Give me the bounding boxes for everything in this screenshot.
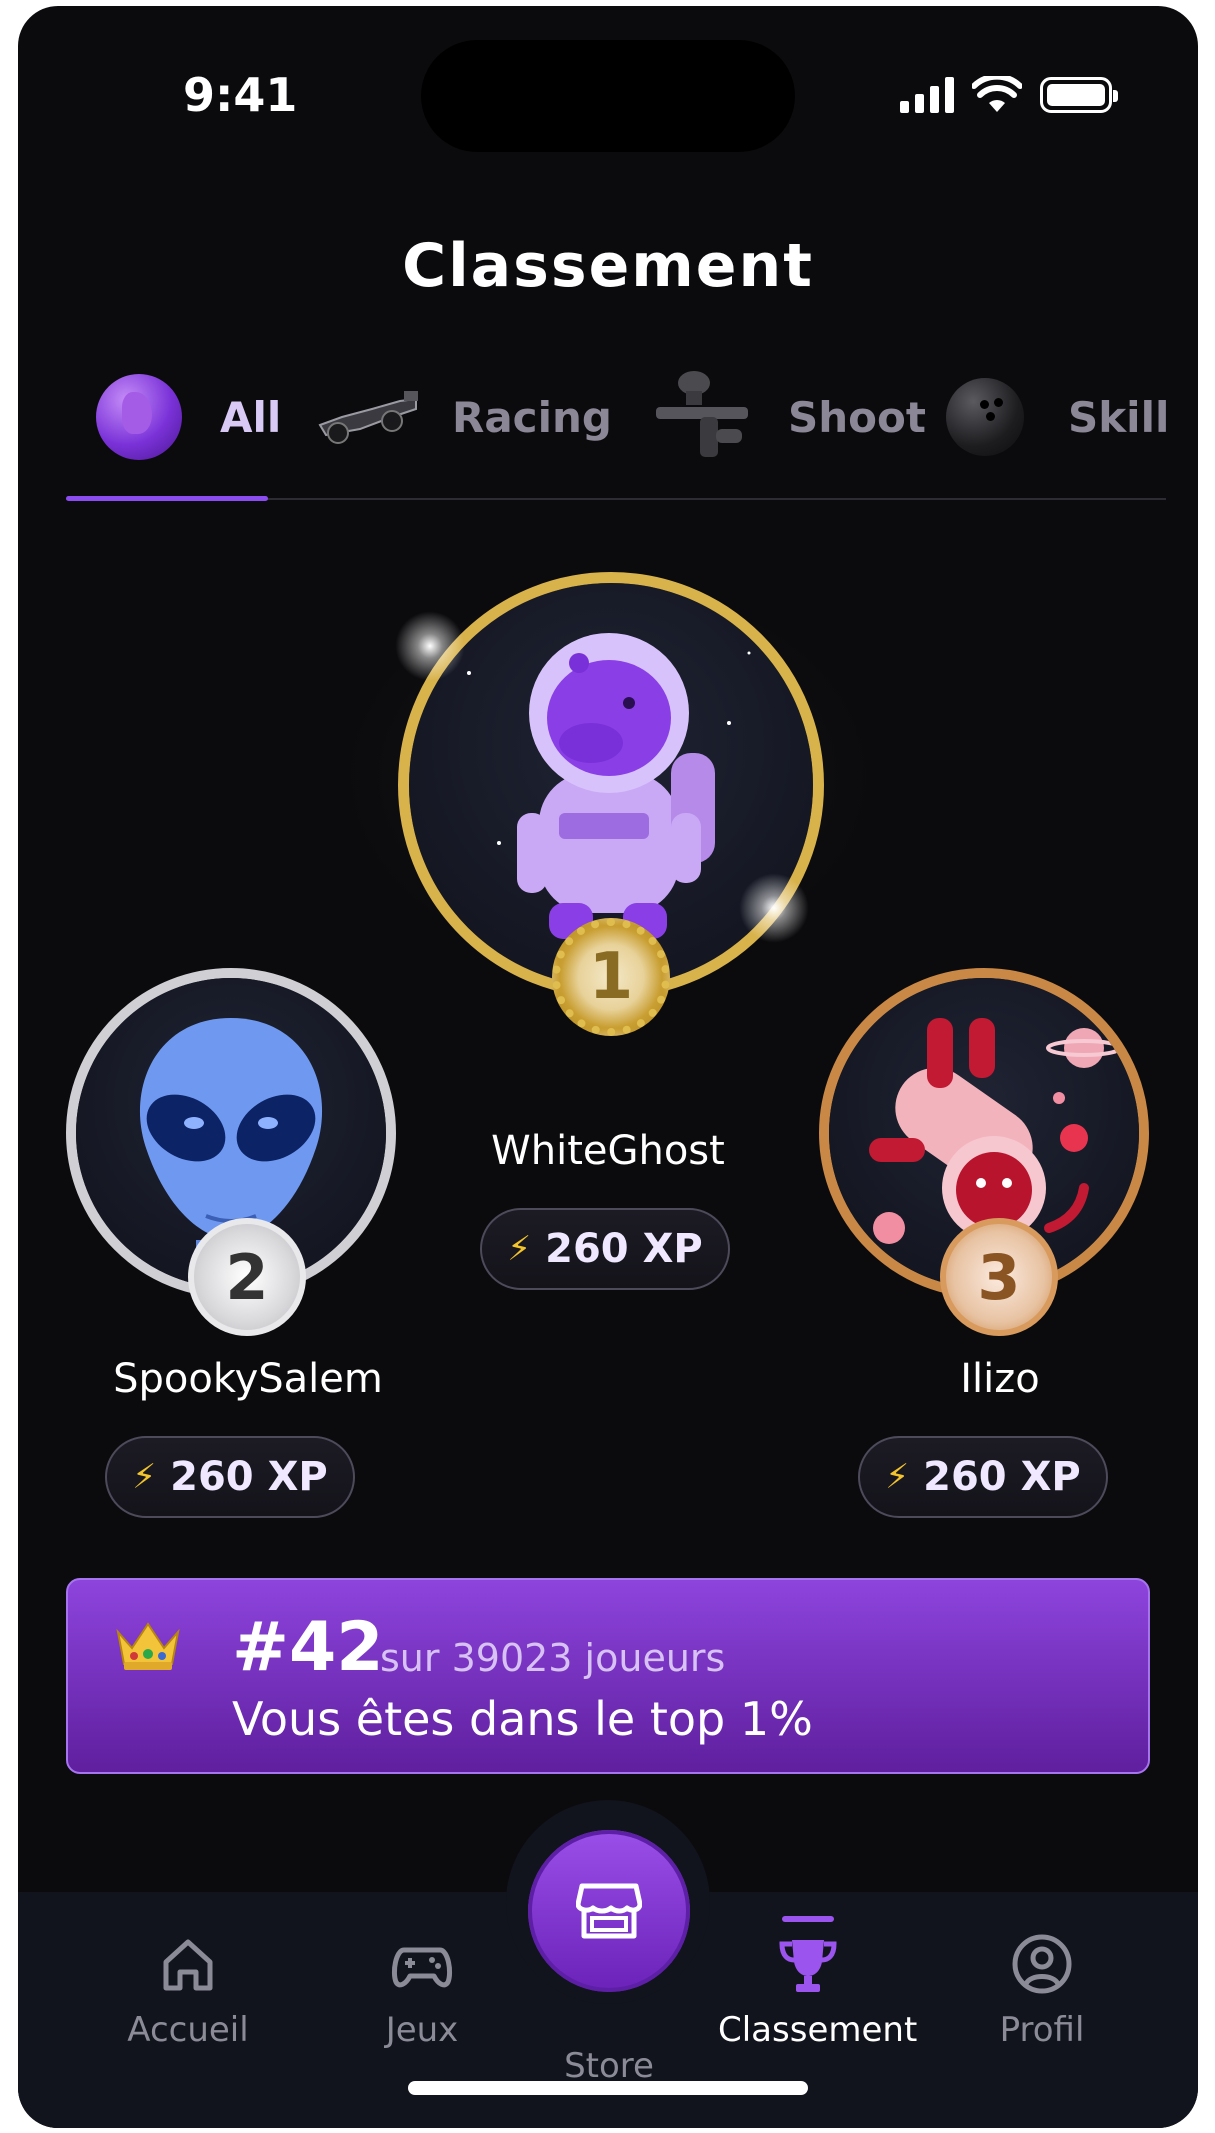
nav-label: Profil bbox=[999, 2010, 1085, 2050]
battery-icon bbox=[1040, 77, 1118, 113]
first-place-name: WhiteGhost bbox=[491, 1128, 725, 1174]
wifi-icon bbox=[972, 76, 1022, 112]
phone-screen: 9:41 Classement All Racing Shoot Skill 1… bbox=[18, 6, 1198, 2128]
xp-value: 260 XP bbox=[923, 1454, 1081, 1500]
nav-classement[interactable]: Classement bbox=[718, 1932, 918, 2050]
status-icons bbox=[900, 76, 1118, 114]
tab-label: Racing bbox=[452, 392, 612, 442]
sparkle bbox=[395, 611, 465, 681]
cellular-signal-icon bbox=[900, 77, 954, 113]
tab-label: All bbox=[220, 392, 282, 442]
page-title: Classement bbox=[402, 231, 814, 301]
sparkle bbox=[739, 873, 809, 943]
nav-label: Store bbox=[564, 2046, 654, 2086]
third-place-xp: ⚡ 260 XP bbox=[858, 1436, 1108, 1518]
nav-label: Accueil bbox=[127, 2010, 249, 2050]
nav-accueil[interactable]: Accueil bbox=[98, 1932, 278, 2050]
tab-skill[interactable]: Skill bbox=[946, 362, 1169, 472]
paintball-gun-icon bbox=[656, 371, 748, 457]
second-place-name: SpookySalem bbox=[113, 1356, 383, 1402]
nav-store-button[interactable] bbox=[528, 1830, 690, 1992]
rank-1-medal: 1 bbox=[552, 918, 670, 1036]
active-tab-indicator bbox=[66, 496, 268, 501]
second-place-xp: ⚡ 260 XP bbox=[105, 1436, 355, 1518]
lightning-icon: ⚡ bbox=[885, 1457, 910, 1497]
top-percent-message: Vous êtes dans le top 1% bbox=[232, 1692, 813, 1746]
nav-label: Jeux bbox=[385, 2010, 459, 2050]
trophy-icon bbox=[779, 1940, 837, 1992]
tab-label: Shoot bbox=[788, 392, 926, 442]
nav-label: Classement bbox=[718, 2010, 918, 2050]
lightning-icon: ⚡ bbox=[507, 1229, 532, 1269]
user-rank-number: #42 bbox=[232, 1608, 384, 1687]
globe-icon bbox=[96, 374, 182, 460]
nav-jeux[interactable]: Jeux bbox=[332, 1932, 512, 2050]
active-nav-indicator bbox=[782, 1916, 834, 1922]
dynamic-island bbox=[421, 40, 795, 152]
race-car-icon bbox=[318, 391, 418, 444]
xp-value: 260 XP bbox=[170, 1454, 328, 1500]
store-icon bbox=[576, 1883, 642, 1939]
rank-2-medal: 2 bbox=[188, 1218, 306, 1336]
tab-label: Skill bbox=[1068, 392, 1170, 442]
first-place-xp: ⚡ 260 XP bbox=[480, 1208, 730, 1290]
status-time: 9:41 bbox=[183, 68, 298, 122]
home-indicator[interactable] bbox=[408, 2081, 808, 2095]
third-place-name: Ilizo bbox=[960, 1356, 1040, 1402]
total-players: sur 39023 joueurs bbox=[380, 1636, 726, 1680]
nav-profil[interactable]: Profil bbox=[952, 1932, 1132, 2050]
user-rank-banner[interactable]: #42 sur 39023 joueurs Vous êtes dans le … bbox=[66, 1578, 1150, 1774]
profile-icon bbox=[1012, 1934, 1072, 1994]
category-tabs: All Racing Shoot Skill bbox=[66, 362, 1169, 482]
rank-3-medal: 3 bbox=[940, 1218, 1058, 1336]
tab-all[interactable]: All bbox=[96, 362, 281, 472]
xp-value: 260 XP bbox=[545, 1226, 703, 1272]
crown-icon bbox=[116, 1622, 180, 1670]
home-icon bbox=[163, 1939, 213, 1991]
tab-racing[interactable]: Racing bbox=[312, 362, 612, 472]
lightning-icon: ⚡ bbox=[132, 1457, 157, 1497]
bowling-ball-icon bbox=[946, 378, 1024, 456]
tab-shoot[interactable]: Shoot bbox=[652, 362, 926, 472]
gamepad-icon bbox=[391, 1947, 453, 1988]
